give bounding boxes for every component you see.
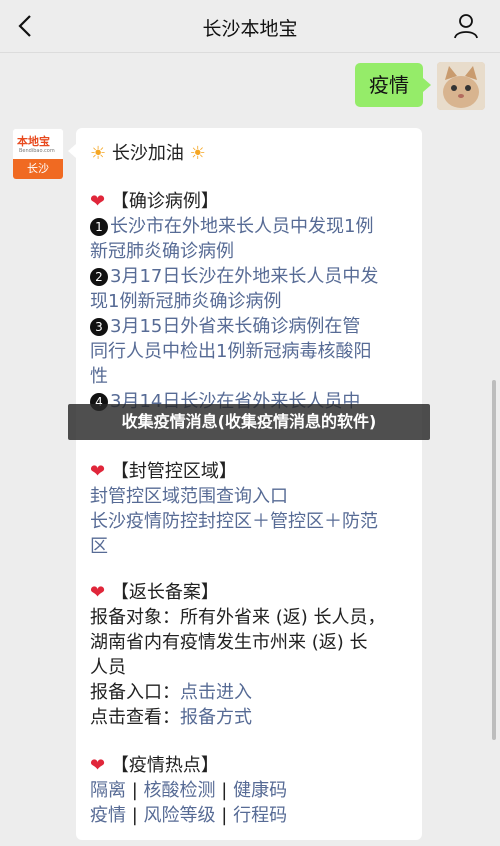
report-heading: ❤ 【返长备案】 xyxy=(90,581,415,605)
report-entry-link[interactable]: 点击进入 xyxy=(180,682,252,703)
report-text-2: 湖南省内有疫情发生市州来 (返) 长 xyxy=(90,632,368,653)
scrollbar[interactable] xyxy=(492,380,496,740)
heart-icon: ❤ xyxy=(90,461,106,482)
confirmed-item-1-line-1[interactable]: 长沙市在外地来长人员中发现1例 xyxy=(110,216,373,237)
hot-row-2: 疫情 | 风险等级 | 行程码 xyxy=(90,804,415,828)
separator: | xyxy=(221,805,228,826)
bot-avatar-top: 本地宝 Bendibao.com xyxy=(13,129,63,159)
top-bar: 长沙本地宝 xyxy=(0,0,500,53)
sun-icon: ☀ xyxy=(90,143,107,164)
hot-link-isolation[interactable]: 隔离 xyxy=(90,780,126,801)
heart-icon: ❤ xyxy=(90,755,106,776)
separator: | xyxy=(131,805,138,826)
report-text-3: 人员 xyxy=(90,657,126,678)
user-avatar[interactable] xyxy=(437,62,485,110)
greeting-text: 长沙加油 xyxy=(111,143,184,164)
heart-icon: ❤ xyxy=(90,582,106,603)
control-link-2[interactable]: 长沙疫情防控封控区＋管控区＋防范 xyxy=(90,510,415,534)
report-heading-text: 【返长备案】 xyxy=(110,582,219,603)
confirmed-item-1[interactable]: 1 长沙市在外地来长人员中发现1例 xyxy=(90,215,415,239)
hot-link-trip-code[interactable]: 行程码 xyxy=(233,805,287,826)
outgoing-message-text: 疫情 xyxy=(369,73,409,97)
outgoing-message-bubble[interactable]: 疫情 xyxy=(355,63,431,107)
confirmed-heading: ❤ 【确诊病例】 xyxy=(90,190,415,214)
report-entry-line: 报备入口：点击进入 xyxy=(90,681,415,705)
profile-icon[interactable] xyxy=(452,12,480,40)
hot-row-1: 隔离 | 核酸检测 | 健康码 xyxy=(90,779,415,803)
control-heading: ❤ 【封管控区域】 xyxy=(90,460,415,484)
confirmed-item-3-line-3[interactable]: 性 xyxy=(90,365,415,389)
confirmed-item-3-line-1[interactable]: 3月15日外省来长确诊病例在管 xyxy=(110,316,360,337)
hot-link-epidemic[interactable]: 疫情 xyxy=(90,805,126,826)
overlay-banner: 收集疫情消息(收集疫情消息的软件) xyxy=(68,404,430,440)
control-heading-text: 【封管控区域】 xyxy=(110,461,237,482)
number-badge: 3 xyxy=(90,318,108,336)
confirmed-heading-text: 【确诊病例】 xyxy=(110,191,219,212)
number-badge: 2 xyxy=(90,268,108,286)
hot-link-health-code[interactable]: 健康码 xyxy=(233,780,287,801)
bot-logo-text: 本地宝 xyxy=(17,135,50,148)
confirmed-item-1-line-2[interactable]: 新冠肺炎确诊病例 xyxy=(90,240,415,264)
hot-link-risk-level[interactable]: 风险等级 xyxy=(144,805,216,826)
cat-avatar-icon xyxy=(437,62,485,110)
bot-city-text: 长沙 xyxy=(13,159,63,179)
heart-icon: ❤ xyxy=(90,191,106,212)
incoming-message-card: ☀ 长沙加油 ☀ ❤ 【确诊病例】 1 长沙市在外地来长人员中发现1例 新冠肺炎确… xyxy=(68,128,422,840)
sun-icon: ☀ xyxy=(189,143,206,164)
report-view-label: 点击查看： xyxy=(90,707,180,728)
separator: | xyxy=(131,780,138,801)
bot-site-text: Bendibao.com xyxy=(19,148,55,154)
confirmed-item-2[interactable]: 2 3月17日长沙在外地来长人员中发 xyxy=(90,265,415,289)
control-link-2-cont[interactable]: 区 xyxy=(90,535,415,559)
confirmed-item-3[interactable]: 3 3月15日外省来长确诊病例在管 xyxy=(90,315,415,339)
number-badge: 1 xyxy=(90,218,108,236)
hot-heading-text: 【疫情热点】 xyxy=(110,755,219,776)
hot-heading: ❤ 【疫情热点】 xyxy=(90,754,415,778)
confirmed-item-2-line-2[interactable]: 现1例新冠肺炎确诊病例 xyxy=(90,290,415,314)
confirmed-item-2-line-1[interactable]: 3月17日长沙在外地来长人员中发 xyxy=(110,266,378,287)
greeting-line: ☀ 长沙加油 ☀ xyxy=(90,142,415,166)
report-text-1: 报备对象：所有外省来 (返) 长人员， xyxy=(90,607,386,628)
page-title: 长沙本地宝 xyxy=(202,18,298,40)
report-view-link[interactable]: 报备方式 xyxy=(180,707,252,728)
hot-link-nucleic-test[interactable]: 核酸检测 xyxy=(144,780,216,801)
control-link-1[interactable]: 封管控区域范围查询入口 xyxy=(90,485,415,509)
confirmed-item-3-line-2[interactable]: 同行人员中检出1例新冠病毒核酸阳 xyxy=(90,340,415,364)
separator: | xyxy=(221,780,228,801)
report-entry-label: 报备入口： xyxy=(90,682,180,703)
bot-avatar[interactable]: 本地宝 Bendibao.com 长沙 xyxy=(12,128,64,180)
report-view-line: 点击查看：报备方式 xyxy=(90,706,415,730)
